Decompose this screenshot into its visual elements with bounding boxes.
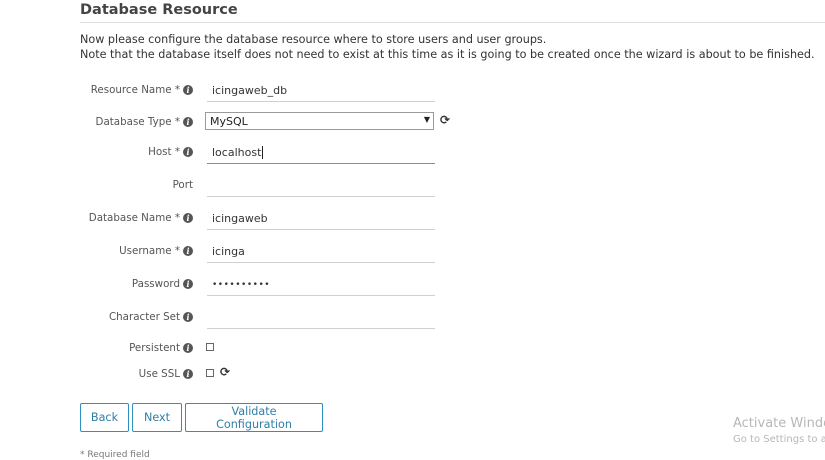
title-divider xyxy=(80,22,825,23)
database-name-row: Database Name * i icingaweb xyxy=(0,208,470,232)
info-icon[interactable]: i xyxy=(183,312,193,322)
password-label-wrap: Password i xyxy=(0,278,193,290)
page-title: Database Resource xyxy=(80,2,238,18)
character-set-input[interactable] xyxy=(207,307,435,329)
database-name-label: Database Name * xyxy=(88,212,180,224)
back-button[interactable]: Back xyxy=(80,403,129,432)
username-row: Username * i icinga xyxy=(0,241,470,265)
host-value: localhost xyxy=(212,146,262,159)
use-ssl-label: Use SSL xyxy=(138,368,180,380)
info-icon[interactable]: i xyxy=(183,246,193,256)
info-icon[interactable]: i xyxy=(183,117,193,127)
database-type-label: Database Type * xyxy=(95,116,180,128)
database-type-select[interactable]: MySQL ▼ xyxy=(205,112,434,130)
activate-windows-subtitle: Go to Settings to ac xyxy=(733,434,825,445)
port-label-wrap: Port xyxy=(0,179,193,191)
info-icon[interactable]: i xyxy=(183,343,193,353)
character-set-label: Character Set xyxy=(108,311,180,323)
use-ssl-label-wrap: Use SSL i xyxy=(0,368,193,380)
info-icon[interactable]: i xyxy=(183,213,193,223)
character-set-label-wrap: Character Set i xyxy=(0,311,193,323)
username-input[interactable]: icinga xyxy=(207,241,435,263)
next-button[interactable]: Next xyxy=(132,403,182,432)
database-type-value: MySQL xyxy=(210,114,248,128)
host-input[interactable]: localhost xyxy=(207,142,435,164)
info-icon[interactable]: i xyxy=(183,279,193,289)
validate-configuration-button[interactable]: Validate Configuration xyxy=(185,403,323,432)
intro-text-line2: Note that the database itself does not n… xyxy=(80,48,815,61)
refresh-icon[interactable]: ⟳ xyxy=(220,365,230,379)
resource-name-value: icingaweb_db xyxy=(212,84,288,97)
character-set-row: Character Set i xyxy=(0,307,470,331)
resource-name-label-wrap: Resource Name * i xyxy=(0,84,193,96)
use-ssl-row: Use SSL i ⟳ xyxy=(0,364,470,388)
database-name-label-wrap: Database Name * i xyxy=(0,212,193,224)
username-label: Username * xyxy=(119,245,180,257)
info-icon[interactable]: i xyxy=(183,147,193,157)
username-value: icinga xyxy=(212,245,245,258)
password-input[interactable]: •••••••••• xyxy=(207,274,435,296)
port-label: Port xyxy=(172,179,193,191)
dropdown-caret-icon: ▼ xyxy=(423,115,430,124)
host-label: Host * xyxy=(148,146,180,158)
password-row: Password i •••••••••• xyxy=(0,274,470,298)
info-icon[interactable]: i xyxy=(183,85,193,95)
persistent-row: Persistent i xyxy=(0,339,470,363)
resource-name-row: Resource Name * i icingaweb_db xyxy=(0,80,470,104)
database-name-value: icingaweb xyxy=(212,212,268,225)
database-type-label-wrap: Database Type * i xyxy=(0,116,193,128)
host-row: Host * i localhost xyxy=(0,142,470,166)
resource-name-label: Resource Name * xyxy=(90,84,180,96)
password-value: •••••••••• xyxy=(212,279,271,290)
intro-text-line1: Now please configure the database resour… xyxy=(80,33,547,46)
username-label-wrap: Username * i xyxy=(0,245,193,257)
info-icon[interactable]: i xyxy=(183,369,193,379)
host-label-wrap: Host * i xyxy=(0,146,193,158)
activate-windows-title: Activate Windo xyxy=(733,416,825,431)
use-ssl-checkbox[interactable] xyxy=(206,369,214,377)
password-label: Password xyxy=(131,278,180,290)
resource-name-input[interactable]: icingaweb_db xyxy=(207,80,435,102)
database-name-input[interactable]: icingaweb xyxy=(207,208,435,230)
database-type-row: Database Type * i MySQL ▼ ⟳ xyxy=(0,112,470,136)
required-field-note: * Required field xyxy=(80,450,150,460)
port-row: Port xyxy=(0,175,470,199)
text-cursor xyxy=(262,146,264,159)
port-input[interactable] xyxy=(207,175,435,197)
persistent-label-wrap: Persistent i xyxy=(0,342,193,354)
persistent-label: Persistent xyxy=(129,342,180,354)
refresh-icon[interactable]: ⟳ xyxy=(440,113,450,127)
persistent-checkbox[interactable] xyxy=(206,343,214,351)
